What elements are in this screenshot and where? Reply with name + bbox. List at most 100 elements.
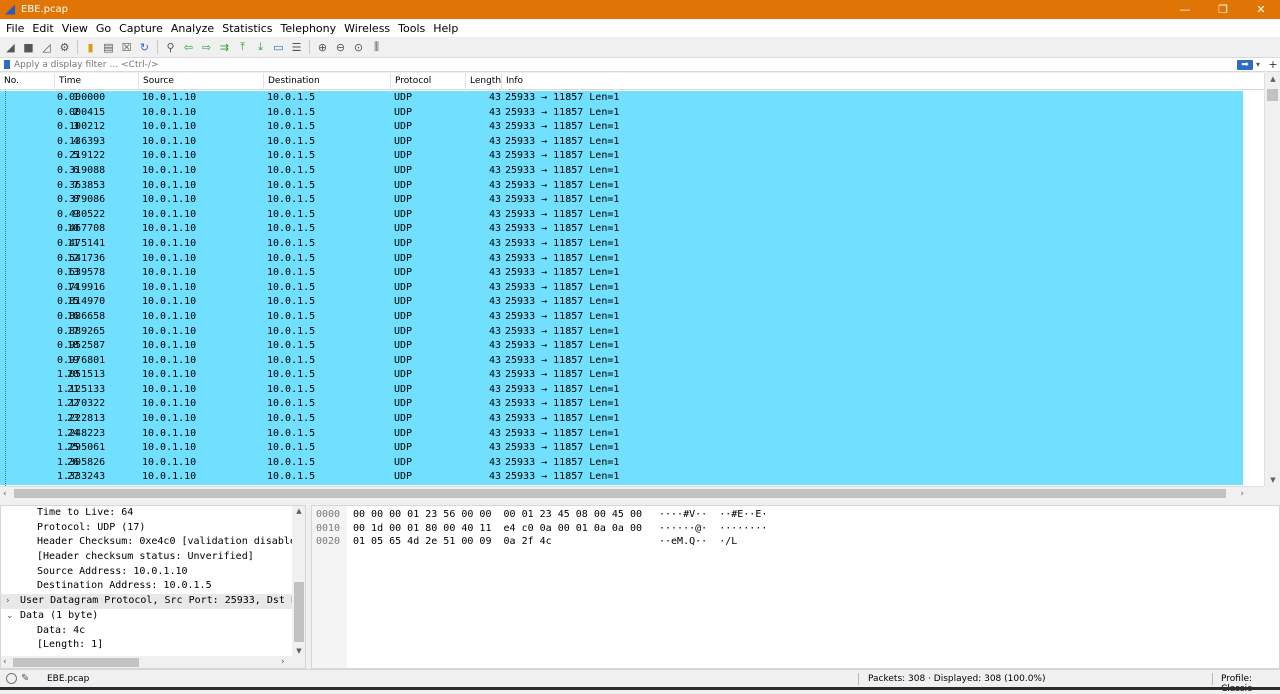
detail-tree-item[interactable]: Source Address: 10.0.1.10 (1, 565, 292, 580)
hex-bytes[interactable]: 00 00 00 01 23 56 00 00 00 01 23 45 08 0… (353, 508, 642, 522)
menu-view[interactable]: View (58, 22, 92, 35)
table-row[interactable]: 7 0.363853 10.0.1.10 10.0.1.5 UDP 43 25933 → 1… (0, 178, 1243, 194)
display-filter-input[interactable] (14, 58, 1237, 71)
scroll-down-arrow-icon[interactable]: ▼ (1265, 476, 1280, 484)
detail-tree-item[interactable]: ⌄ Data (1 byte) (1, 609, 292, 624)
ascii-bytes[interactable]: ····#V·· ··#E··E· (659, 508, 767, 522)
table-row[interactable]: 14 0.719916 10.0.1.10 10.0.1.5 UDP 43 25933 → … (0, 280, 1243, 296)
byte-offset[interactable]: 0000 (316, 508, 340, 522)
menu-go[interactable]: Go (92, 22, 115, 35)
add-filter-button[interactable]: + (1266, 58, 1280, 71)
ascii-bytes[interactable]: ······@· ········ (659, 522, 767, 536)
scroll-left-arrow-icon[interactable]: ‹ (3, 656, 7, 668)
restore-button[interactable]: ❐ (1204, 0, 1242, 19)
detail-tree-item[interactable]: Destination Address: 10.0.1.5 (1, 579, 292, 594)
menu-file[interactable]: File (2, 22, 28, 35)
menu-help[interactable]: Help (429, 22, 462, 35)
details-vertical-scrollbar[interactable]: ▲ ▼ (292, 506, 305, 656)
expert-info-status-icon[interactable] (6, 673, 17, 684)
menu-telephony[interactable]: Telephony (277, 22, 341, 35)
start-capture-fin-icon[interactable]: ◢ (3, 40, 18, 55)
hex-bytes[interactable]: 00 1d 00 01 80 00 40 11 e4 c0 0a 00 01 0… (353, 522, 642, 536)
open-file-icon[interactable]: ▮ (83, 40, 98, 55)
apply-filter-arrow-icon[interactable]: ➡ (1237, 59, 1253, 70)
byte-offset[interactable]: 0020 (316, 535, 340, 549)
table-row[interactable]: 13 0.639578 10.0.1.10 10.0.1.5 UDP 43 25933 → … (0, 266, 1243, 281)
save-file-icon[interactable]: ▤ (101, 40, 116, 55)
menu-edit[interactable]: Edit (28, 22, 57, 35)
column-header-no[interactable]: No. (0, 73, 55, 90)
table-row[interactable]: 15 0.814970 10.0.1.10 10.0.1.5 UDP 43 25933 → … (0, 295, 1243, 310)
detail-tree-item[interactable]: Time to Live: 64 (1, 506, 292, 521)
packet-list-horizontal-scrollbar[interactable]: ‹ › (0, 486, 1264, 500)
column-header-protocol[interactable]: Protocol (391, 73, 466, 90)
table-row[interactable]: 16 0.886658 10.0.1.10 10.0.1.5 UDP 43 25933 → … (0, 309, 1243, 325)
resize-columns-icon[interactable]: ⫼ (369, 40, 384, 55)
autoscroll-icon[interactable]: ▭ (271, 40, 286, 55)
scroll-right-arrow-icon[interactable]: › (1240, 487, 1244, 501)
scroll-thumb[interactable] (294, 582, 304, 642)
table-row[interactable]: 2 0.000415 10.0.1.10 10.0.1.5 UDP 43 25933 → 1… (0, 105, 1243, 121)
collapse-chevron-icon[interactable]: ⌄ (6, 609, 14, 624)
table-row[interactable]: 20 1.051513 10.0.1.10 10.0.1.5 UDP 43 25933 → … (0, 368, 1243, 383)
details-horizontal-scrollbar[interactable]: ‹ › (1, 656, 305, 668)
table-row[interactable]: 17 0.889265 10.0.1.10 10.0.1.5 UDP 43 25933 → … (0, 324, 1243, 340)
table-row[interactable]: 1 0.000000 10.0.1.10 10.0.1.5 UDP 43 25933 → 1… (0, 91, 1243, 106)
table-row[interactable]: 26 1.305826 10.0.1.10 10.0.1.5 UDP 43 25933 → … (0, 455, 1243, 471)
detail-tree-item[interactable]: Data: 4c (1, 624, 292, 639)
ascii-bytes[interactable]: ··eM.Q·· ·/L (659, 535, 737, 549)
column-header-time[interactable]: Time (55, 73, 139, 90)
table-row[interactable]: 3 0.100212 10.0.1.10 10.0.1.5 UDP 43 25933 → 1… (0, 120, 1243, 135)
scroll-left-arrow-icon[interactable]: ‹ (3, 487, 7, 501)
detail-tree-item[interactable]: [Header checksum status: Unverified] (1, 550, 292, 565)
scroll-up-arrow-icon[interactable]: ▲ (292, 507, 305, 515)
hex-bytes[interactable]: 01 05 65 4d 2e 51 00 09 0a 2f 4c (353, 535, 552, 549)
column-header-info[interactable]: Info (502, 73, 1264, 90)
detail-tree-item[interactable]: Protocol: UDP (17) (1, 521, 292, 536)
menu-tools[interactable]: Tools (394, 22, 429, 35)
filter-history-dropdown-icon[interactable]: ▾ (1256, 60, 1266, 69)
scroll-down-arrow-icon[interactable]: ▼ (292, 647, 305, 655)
table-row[interactable]: 19 0.976801 10.0.1.10 10.0.1.5 UDP 43 25933 → … (0, 353, 1243, 369)
close-file-icon[interactable]: ☒ (119, 40, 134, 55)
close-button[interactable]: ✕ (1242, 0, 1280, 19)
zoom-out-icon[interactable]: ⊖ (333, 40, 348, 55)
table-row[interactable]: 11 0.475141 10.0.1.10 10.0.1.5 UDP 43 25933 → … (0, 236, 1243, 252)
detail-tree-item[interactable]: Header Checksum: 0xe4c0 [validation disa… (1, 535, 292, 550)
scroll-thumb[interactable] (1267, 89, 1278, 101)
go-back-arrow-icon[interactable]: ⇦ (181, 40, 196, 55)
table-row[interactable]: 5 0.219122 10.0.1.10 10.0.1.5 UDP 43 25933 → 1… (0, 149, 1243, 164)
menu-capture[interactable]: Capture (115, 22, 167, 35)
find-packet-magnifier-icon[interactable]: ⚲ (163, 40, 178, 55)
table-row[interactable]: 27 1.333243 10.0.1.10 10.0.1.5 UDP 43 25933 → … (0, 470, 1243, 486)
scroll-right-arrow-icon[interactable]: › (281, 656, 285, 668)
table-row[interactable]: 9 0.430522 10.0.1.10 10.0.1.5 UDP 43 25933 → 1… (0, 207, 1243, 223)
zoom-in-icon[interactable]: ⊕ (315, 40, 330, 55)
column-header-source[interactable]: Source (139, 73, 264, 90)
go-to-packet-icon[interactable]: ⇉ (217, 40, 232, 55)
table-row[interactable]: 22 1.170322 10.0.1.10 10.0.1.5 UDP 43 25933 → … (0, 397, 1243, 413)
status-profile[interactable]: Profile: Classic (1221, 674, 1280, 694)
table-row[interactable]: 8 0.379086 10.0.1.10 10.0.1.5 UDP 43 25933 → 1… (0, 193, 1243, 208)
colorize-icon[interactable]: ☰ (289, 40, 304, 55)
menu-wireless[interactable]: Wireless (340, 22, 394, 35)
go-forward-arrow-icon[interactable]: ⇨ (199, 40, 214, 55)
detail-tree-item[interactable]: › User Datagram Protocol, Src Port: 25933… (1, 594, 292, 609)
scroll-thumb[interactable] (13, 658, 139, 667)
last-packet-icon[interactable]: ⤓ (253, 40, 268, 55)
byte-offset[interactable]: 0010 (316, 522, 340, 536)
table-row[interactable]: 12 0.541736 10.0.1.10 10.0.1.5 UDP 43 25933 → … (0, 251, 1243, 267)
column-header-length[interactable]: Length (466, 73, 502, 90)
minimize-button[interactable]: — (1166, 0, 1204, 19)
table-row[interactable]: 24 1.248223 10.0.1.10 10.0.1.5 UDP 43 25933 → … (0, 426, 1243, 442)
stop-capture-icon[interactable]: ■ (21, 40, 36, 55)
capture-options-gear-icon[interactable]: ⚙ (57, 40, 72, 55)
packet-list-vertical-scrollbar[interactable]: ▲ ▼ (1264, 73, 1280, 486)
detail-tree-item[interactable]: [Length: 1] (1, 638, 292, 653)
reload-file-icon[interactable]: ↻ (137, 40, 152, 55)
expand-chevron-icon[interactable]: › (6, 594, 10, 609)
table-row[interactable]: 23 1.222813 10.0.1.10 10.0.1.5 UDP 43 25933 → … (0, 412, 1243, 427)
normal-size-icon[interactable]: ⊙ (351, 40, 366, 55)
table-row[interactable]: 10 0.467708 10.0.1.10 10.0.1.5 UDP 43 25933 → … (0, 222, 1243, 237)
table-row[interactable]: 18 0.952587 10.0.1.10 10.0.1.5 UDP 43 25933 → … (0, 339, 1243, 354)
